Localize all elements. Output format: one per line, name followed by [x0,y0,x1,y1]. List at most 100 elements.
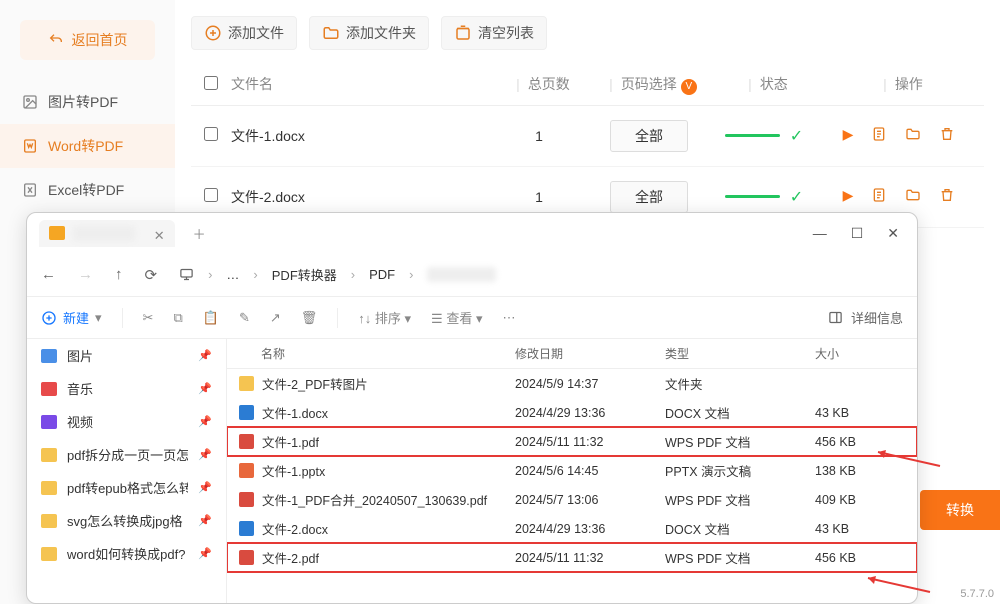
col-name: 文件名 [231,74,494,94]
play-icon[interactable]: ▶ [843,126,854,145]
nav-image-to-pdf[interactable]: 图片转PDF [0,80,175,124]
file-type-icon [239,521,254,536]
word-icon [22,138,38,154]
plus-circle-icon [41,310,57,326]
play-icon[interactable]: ▶ [843,187,854,206]
folder-icon [41,547,57,561]
file-row[interactable]: 文件-1.pdf 2024/5/11 11:32 WPS PDF 文档 456 … [227,427,917,456]
excel-icon [22,182,38,198]
sidebar-item[interactable]: 视频📌 [27,405,226,438]
back-home-button[interactable]: 返回首页 [20,20,155,60]
add-file-button[interactable]: 添加文件 [191,16,297,50]
select-all-checkbox[interactable] [204,76,218,90]
page-range-button[interactable]: 全部 [610,181,688,213]
file-row[interactable]: 文件-1.docx 2024/4/29 13:36 DOCX 文档 43 KB [227,398,917,427]
nav-up-icon[interactable]: ↑ [115,266,123,283]
row-checkbox[interactable] [204,127,218,141]
nav-excel-to-pdf[interactable]: Excel转PDF [0,168,175,212]
crumb-dots[interactable]: … [226,267,239,282]
crumb-item[interactable]: PDF转换器 [272,265,337,284]
file-table: 文件名 |总页数 |页码选择V |状态 |操作 文件-1.docx 1 全部 ✓… [191,64,984,228]
open-folder-icon[interactable] [905,187,921,206]
page-range-button[interactable]: 全部 [610,120,688,152]
file-row[interactable]: 文件-2.pdf 2024/5/11 11:32 WPS PDF 文档 456 … [227,543,917,572]
crumb-item[interactable]: PDF [369,267,395,282]
folder-icon [49,226,65,240]
file-list-header: 名称 修改日期 类型 大小 [227,339,917,369]
back-icon [48,32,64,48]
doc-icon[interactable] [871,126,887,145]
sidebar-item[interactable]: 音乐📌 [27,372,226,405]
file-row[interactable]: 文件-2_PDF转图片 2024/5/9 14:37 文件夹 [227,369,917,398]
image-icon [22,94,38,110]
sidebar-item[interactable]: pdf拆分成一页一页怎📌 [27,438,226,471]
folder-icon [41,448,57,462]
col-size[interactable]: 大小 [815,345,905,362]
sidebar-item[interactable]: pdf转epub格式怎么转📌 [27,471,226,504]
file-type-icon [239,434,254,449]
paste-icon[interactable]: 📋 [203,310,219,326]
share-icon[interactable]: ↗ [270,310,281,326]
maximize-icon[interactable]: ☐ [851,225,864,242]
delete-icon[interactable]: 🗑 [301,310,318,326]
version-label: 5.7.7.0 [960,588,994,600]
pin-icon: 📌 [198,382,212,395]
progress-bar [725,195,780,198]
breadcrumb[interactable]: › … › PDF转换器 › PDF › [179,265,496,284]
col-range: 页码选择 [621,76,677,92]
sidebar-item[interactable]: 图片📌 [27,339,226,372]
nav-label: Excel转PDF [48,180,124,200]
doc-icon[interactable] [871,187,887,206]
sidebar-item[interactable]: svg怎么转换成jpg格📌 [27,504,226,537]
close-icon[interactable]: ✕ [887,225,899,242]
new-button[interactable]: 新建 ▾ [41,308,102,327]
progress-bar [725,134,780,137]
col-date[interactable]: 修改日期 [515,345,665,362]
nav-word-to-pdf[interactable]: Word转PDF [0,124,175,168]
view-button[interactable]: ☰ 查看 ▾ [431,308,482,327]
sort-button[interactable]: ↑↓ 排序 ▾ [358,308,411,327]
add-folder-button[interactable]: 添加文件夹 [309,16,429,50]
explorer-tab[interactable]: ✕ [39,220,175,247]
trash-icon[interactable] [939,126,955,145]
explorer-sidebar: 图片📌音乐📌视频📌pdf拆分成一页一页怎📌pdf转epub格式怎么转📌svg怎么… [27,339,227,603]
more-button[interactable]: ⋯ [502,310,515,326]
tab-title-blurred [73,226,135,241]
nav-label: Word转PDF [48,136,123,156]
plus-circle-icon [204,24,222,42]
clear-list-button[interactable]: 清空列表 [441,16,547,50]
clear-icon [454,24,472,42]
convert-button[interactable]: 转换 [920,490,1000,530]
page-count: 1 [494,128,584,144]
pin-icon: 📌 [198,481,212,494]
cut-icon[interactable]: ✂ [143,310,154,326]
copy-icon[interactable]: ⧉ [173,310,182,326]
file-row[interactable]: 文件-2.docx 2024/4/29 13:36 DOCX 文档 43 KB [227,514,917,543]
minimize-icon[interactable]: — [813,225,827,242]
nav-refresh-icon[interactable]: ⟳ [145,266,158,284]
new-tab-button[interactable]: ＋ [183,220,216,247]
close-tab-icon[interactable]: ✕ [154,228,165,244]
file-row[interactable]: 文件-1.pptx 2024/5/6 14:45 PPTX 演示文稿 138 K… [227,456,917,485]
check-icon: ✓ [790,126,803,146]
folder-icon [322,24,340,42]
details-button[interactable]: 详细信息 [851,308,903,327]
col-type[interactable]: 类型 [665,345,815,362]
file-type-icon [239,376,254,391]
table-header: 文件名 |总页数 |页码选择V |状态 |操作 [191,64,984,106]
trash-icon[interactable] [939,187,955,206]
rename-icon[interactable]: ✎ [239,310,250,326]
col-name[interactable]: 名称 [239,345,515,362]
file-type-icon [239,550,254,565]
open-folder-icon[interactable] [905,126,921,145]
folder-icon [41,514,57,528]
pin-icon: 📌 [198,547,212,560]
sidebar-item[interactable]: word如何转换成pdf?📌 [27,537,226,570]
file-row[interactable]: 文件-1_PDF合并_20240507_130639.pdf 2024/5/7 … [227,485,917,514]
pin-icon: 📌 [198,514,212,527]
nav-forward-icon[interactable]: → [78,266,93,283]
nav-back-icon[interactable]: ← [41,266,56,283]
file-type-icon [239,492,254,507]
btn-label: 添加文件夹 [346,23,416,43]
row-checkbox[interactable] [204,188,218,202]
